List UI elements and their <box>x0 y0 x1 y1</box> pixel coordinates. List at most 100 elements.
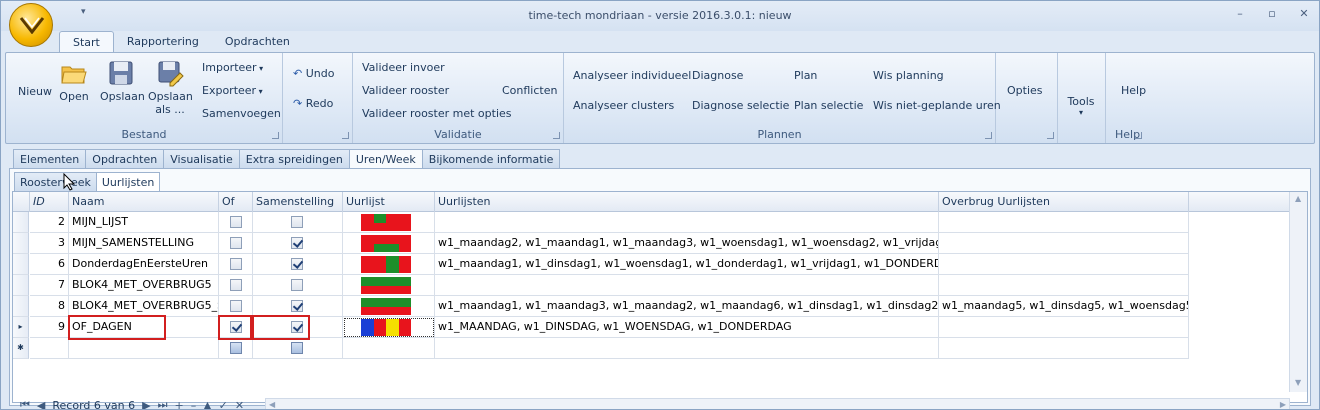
bestand-launcher-icon[interactable] <box>272 132 279 139</box>
scroll-down-icon[interactable]: ▼ <box>1295 378 1301 387</box>
samenstelling-checkbox[interactable] <box>291 258 303 270</box>
opties-button[interactable]: Opties <box>1007 84 1043 97</box>
opties-launcher-icon[interactable] <box>1047 132 1054 139</box>
importeer-button[interactable]: Importeer <box>202 61 263 74</box>
cell-uurlijst[interactable] <box>343 275 435 296</box>
undo-button[interactable]: ↶ Undo <box>293 67 334 80</box>
conflicten-button[interactable]: Conflicten <box>502 84 557 97</box>
minimize-icon[interactable]: – <box>1233 7 1247 21</box>
of-checkbox[interactable] <box>230 279 242 291</box>
cell-uurlijsten[interactable] <box>435 212 939 233</box>
tab-uren-week[interactable]: Uren/Week <box>348 149 422 169</box>
cell-uurlijsten[interactable]: w1_maandag1, w1_maandag3, w1_maandag2, w… <box>435 296 939 317</box>
valideer-invoer-button[interactable]: Valideer invoer <box>362 61 445 74</box>
edit-record-icon[interactable]: ▲ <box>203 399 211 410</box>
wis-planning-button[interactable]: Wis planning <box>873 69 944 82</box>
header-uurlijsten[interactable]: Uurlijsten <box>435 192 939 212</box>
samenvoegen-button[interactable]: Samenvoegen <box>202 107 281 120</box>
scroll-up-icon[interactable]: ▲ <box>1295 194 1301 203</box>
row-indicator[interactable] <box>13 233 29 254</box>
open-button[interactable]: Open <box>56 59 92 103</box>
app-menu-button[interactable] <box>9 3 53 47</box>
cell-id[interactable]: 9 <box>30 317 69 338</box>
row-indicator[interactable] <box>13 254 29 275</box>
cancel-edit-icon[interactable]: ✕ <box>235 399 244 410</box>
horizontal-scrollbar[interactable]: ◀ ▶ <box>265 398 1290 409</box>
help-launcher-icon[interactable] <box>1135 132 1142 139</box>
valideer-rooster-button[interactable]: Valideer rooster <box>362 84 449 97</box>
cell-uurlijsten[interactable]: w1_MAANDAG, w1_DINSDAG, w1_WOENSDAG, w1_… <box>435 317 939 338</box>
cell-overbrug-uurlijsten[interactable] <box>939 254 1189 275</box>
cell-id[interactable]: 2 <box>30 212 69 233</box>
cell-overbrug-uurlijsten[interactable] <box>939 338 1189 359</box>
header-id[interactable]: ID <box>30 192 69 212</box>
restore-icon[interactable]: ▫ <box>1265 7 1279 21</box>
opslaan-als-button[interactable]: Opslaan als ... <box>148 59 193 116</box>
subtab-roosterweek[interactable]: Roosterweek <box>14 172 96 192</box>
cell-uurlijst[interactable] <box>343 317 435 338</box>
cell-uurlijst[interactable] <box>343 233 435 254</box>
tab-elementen[interactable]: Elementen <box>13 149 86 169</box>
exporteer-button[interactable]: Exporteer <box>202 84 263 97</box>
vertical-scrollbar[interactable]: ▲ ▼ <box>1289 192 1307 392</box>
header-naam[interactable]: Naam <box>69 192 219 212</box>
table-row[interactable]: 2 MIJN_LIJST <box>13 212 1289 233</box>
cell-id[interactable]: 7 <box>30 275 69 296</box>
table-row[interactable]: ▸ 9 OF_DAGEN w1_MAANDAG, w1_DINSDAG, w1_WOE… <box>13 317 1289 338</box>
tab-bijkomende-informatie[interactable]: Bijkomende informatie <box>421 149 561 169</box>
redo-button[interactable]: ↷ Redo <box>293 97 333 110</box>
cell-overbrug-uurlijsten[interactable]: w1_maandag5, w1_dinsdag5, w1_woensdag5, … <box>939 296 1189 317</box>
row-indicator[interactable] <box>13 275 29 296</box>
header-of[interactable]: Of <box>219 192 253 212</box>
plan-selectie-button[interactable]: Plan selectie <box>794 99 863 112</box>
scroll-right-icon[interactable]: ▶ <box>1280 400 1286 409</box>
samenstelling-checkbox[interactable] <box>291 216 303 228</box>
tab-visualisatie[interactable]: Visualisatie <box>163 149 239 169</box>
samenstelling-checkbox[interactable] <box>291 300 303 312</box>
samenstelling-checkbox[interactable] <box>291 279 303 291</box>
tools-button[interactable]: Tools ▾ <box>1065 95 1097 117</box>
cell-overbrug-uurlijsten[interactable] <box>939 233 1189 254</box>
opslaan-button[interactable]: Opslaan <box>100 59 145 103</box>
cell-uurlijsten[interactable] <box>435 338 939 359</box>
cell-naam[interactable] <box>69 338 219 359</box>
cell-uurlijst[interactable] <box>343 296 435 317</box>
validatie-launcher-icon[interactable] <box>553 132 560 139</box>
samenstelling-checkbox[interactable] <box>291 342 303 354</box>
header-samenstelling[interactable]: Samenstelling <box>253 192 343 212</box>
wis-niet-geplande-button[interactable]: Wis niet-geplande uren <box>873 99 1001 112</box>
of-checkbox[interactable] <box>230 237 242 249</box>
of-checkbox[interactable] <box>230 300 242 312</box>
tab-opdrachten[interactable]: Opdrachten <box>85 149 164 169</box>
ribbon-tab-rapportering[interactable]: Rapportering <box>114 31 212 53</box>
plan-button[interactable]: Plan <box>794 69 817 82</box>
table-row[interactable]: 7 BLOK4_MET_OVERBRUG5 <box>13 275 1289 296</box>
of-checkbox[interactable] <box>230 258 242 270</box>
help-button[interactable]: Help <box>1121 84 1146 97</box>
save-record-icon[interactable]: ✓ <box>219 399 228 410</box>
cell-naam[interactable]: MIJN_SAMENSTELLING <box>69 233 219 254</box>
analyseer-clusters-button[interactable]: Analyseer clusters <box>573 99 674 112</box>
cell-naam[interactable]: MIJN_LIJST <box>69 212 219 233</box>
cell-uurlijsten[interactable] <box>435 275 939 296</box>
cell-naam[interactable]: BLOK4_MET_OVERBRUG5_S <box>69 296 219 317</box>
delete-record-icon[interactable]: – <box>191 399 197 410</box>
new-record-row[interactable]: ✱ <box>13 338 1289 359</box>
row-indicator[interactable]: ▸ <box>13 317 29 338</box>
cell-uurlijst[interactable] <box>343 338 435 359</box>
header-overbrug-uurlijsten[interactable]: Overbrug Uurlijsten <box>939 192 1189 212</box>
plannen-launcher-icon[interactable] <box>985 132 992 139</box>
edit-launcher-icon[interactable] <box>342 132 349 139</box>
close-icon[interactable]: ✕ <box>1297 7 1311 21</box>
row-indicator[interactable] <box>13 212 29 233</box>
next-record-icon[interactable]: ▶ <box>142 399 150 410</box>
scroll-left-icon[interactable]: ◀ <box>269 400 275 409</box>
add-record-icon[interactable]: + <box>174 399 183 410</box>
subtab-uurlijsten[interactable]: Uurlijsten <box>95 172 161 192</box>
cell-overbrug-uurlijsten[interactable] <box>939 317 1189 338</box>
cell-naam[interactable]: DonderdagEnEersteUren <box>69 254 219 275</box>
of-checkbox[interactable] <box>230 216 242 228</box>
cell-id[interactable]: 6 <box>30 254 69 275</box>
last-record-icon[interactable]: ⏭ <box>158 398 168 409</box>
cell-overbrug-uurlijsten[interactable] <box>939 212 1189 233</box>
